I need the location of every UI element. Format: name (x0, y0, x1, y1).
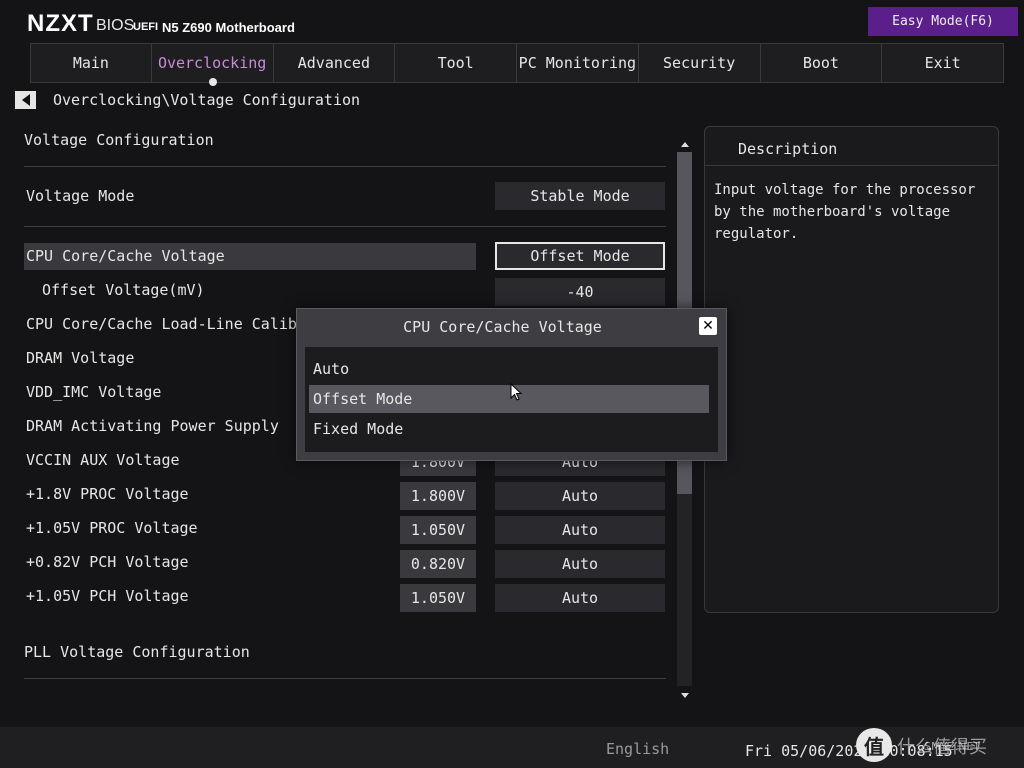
language-selector[interactable]: English (606, 740, 669, 758)
setting-label: +1.8V PROC Voltage (26, 485, 189, 503)
voltage-mode-label: Voltage Mode (26, 187, 135, 205)
description-panel: Description Input voltage for the proces… (704, 126, 999, 613)
description-text: Input voltage for the processor by the m… (714, 182, 976, 242)
voltage-setting-value[interactable]: Auto (495, 516, 665, 544)
popup-title: CPU Core/Cache Voltage (403, 318, 602, 336)
scroll-down-button[interactable] (677, 688, 692, 703)
back-arrow-icon (21, 94, 30, 106)
setting-label: VCCIN AUX Voltage (26, 451, 180, 469)
offset-voltage-value[interactable]: -40 (495, 278, 665, 306)
scroll-up-button[interactable] (677, 137, 692, 152)
setting-label: DRAM Activating Power Supply (26, 417, 279, 435)
popup-option-fixed-mode[interactable]: Fixed Mode (309, 415, 709, 443)
pll-section-title[interactable]: PLL Voltage Configuration (24, 643, 250, 661)
easy-mode-button[interactable]: Easy Mode(F6) (868, 7, 1018, 36)
breadcrumb: Overclocking\Voltage Configuration (53, 91, 361, 109)
watermark-logo: 值 (856, 728, 892, 762)
setting-label: VDD_IMC Voltage (26, 383, 162, 401)
main-tabs: Main Overclocking Advanced Tool PC Monit… (30, 43, 1004, 86)
tab-tool[interactable]: Tool (395, 43, 517, 83)
setting-label: +1.05V PCH Voltage (26, 587, 189, 605)
voltage-reading: 1.050V (400, 516, 476, 544)
tab-pc-monitoring[interactable]: PC Monitoring (517, 43, 639, 83)
arrow-up-icon (680, 142, 689, 147)
voltage-reading: 1.800V (400, 482, 476, 510)
setting-label: +1.05V PROC Voltage (26, 519, 198, 537)
voltage-setting-value[interactable]: Auto (495, 550, 665, 578)
setting-label: DRAM Voltage (26, 349, 135, 367)
back-button[interactable] (15, 91, 36, 109)
popup-option-auto[interactable]: Auto (309, 355, 709, 383)
board-name: N5 Z690 Motherboard (162, 20, 295, 35)
tab-main[interactable]: Main (30, 43, 152, 83)
tab-label: Overclocking (157, 54, 267, 72)
tab-advanced[interactable]: Advanced (273, 43, 396, 83)
divider (24, 678, 666, 679)
tab-overclocking[interactable]: Overclocking (151, 43, 274, 86)
section-title: Voltage Configuration (24, 131, 214, 149)
brand-logo: NZXT (27, 10, 94, 37)
uefi-label: UEFI (133, 21, 159, 33)
voltage-setting-value[interactable]: Auto (495, 482, 665, 510)
active-tab-indicator (208, 78, 217, 86)
voltage-mode-value[interactable]: Stable Mode (495, 182, 665, 210)
cpu-core-voltage-value[interactable]: Offset Mode (495, 242, 665, 270)
popup-option-offset-mode[interactable]: Offset Mode (309, 385, 709, 413)
cpu-core-voltage-label: CPU Core/Cache Voltage (26, 247, 225, 265)
voltage-reading: 1.050V (400, 584, 476, 612)
mouse-cursor-icon (510, 383, 523, 401)
tab-boot[interactable]: Boot (760, 43, 883, 83)
description-title: Description (738, 140, 838, 158)
bios-label: BIOS (96, 17, 135, 34)
setting-label: +0.82V PCH Voltage (26, 553, 189, 571)
watermark-url: SMYZ.NET (924, 740, 981, 753)
offset-voltage-label: Offset Voltage(mV) (42, 281, 205, 299)
tab-exit[interactable]: Exit (882, 43, 1004, 83)
divider (24, 166, 666, 167)
tab-security[interactable]: Security (638, 43, 761, 83)
close-icon[interactable]: ✕ (699, 317, 717, 335)
divider (24, 226, 666, 227)
voltage-setting-value[interactable]: Auto (495, 584, 665, 612)
voltage-reading: 0.820V (400, 550, 476, 578)
arrow-down-icon (680, 693, 689, 698)
